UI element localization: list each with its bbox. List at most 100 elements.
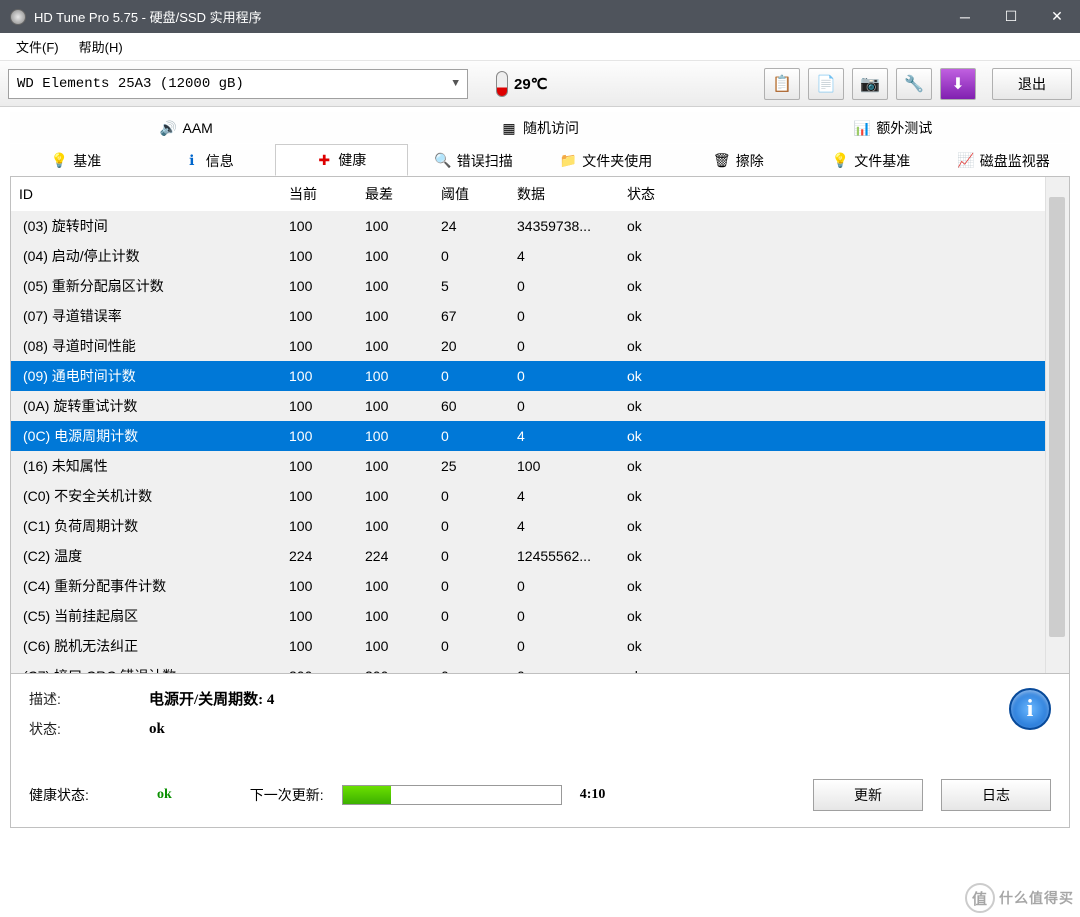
table-row[interactable]: (0A) 旋转重试计数100100600ok (11, 391, 1045, 421)
options-button[interactable]: 🔧 (896, 68, 932, 100)
cell-thr: 25 (433, 451, 509, 481)
col-id[interactable]: ID (11, 177, 281, 211)
chart-icon: 📊 (854, 120, 870, 136)
table-row[interactable]: (0C) 电源周期计数10010004ok (11, 421, 1045, 451)
status-value: ok (149, 721, 165, 738)
scroll-thumb[interactable] (1049, 197, 1065, 637)
scrollbar[interactable] (1045, 177, 1069, 673)
cell-data: 4 (509, 481, 619, 511)
cell-st: ok (619, 271, 1045, 301)
cell-st: ok (619, 241, 1045, 271)
cell-thr: 0 (433, 541, 509, 571)
cell-cur: 100 (281, 511, 357, 541)
tab-benchmark[interactable]: 💡基准 (10, 144, 143, 176)
toolbar: WD Elements 25A3 (12000 gB) ▼ 29℃ 📋 📄 📷 … (0, 61, 1080, 107)
table-row[interactable]: (C7) 接口 CRC 错误计数20020000ok (11, 661, 1045, 673)
table-row[interactable]: (C6) 脱机无法纠正10010000ok (11, 631, 1045, 661)
table-row[interactable]: (C0) 不安全关机计数10010004ok (11, 481, 1045, 511)
tab-error[interactable]: 🔍错误扫描 (408, 144, 541, 176)
col-current[interactable]: 当前 (281, 177, 357, 211)
cell-worst: 100 (357, 211, 433, 241)
copy-info-button[interactable]: 📄 (808, 68, 844, 100)
cell-id: (08) 寻道时间性能 (11, 331, 281, 361)
tab-extra[interactable]: 📊额外测试 (717, 112, 1070, 143)
cell-id: (C5) 当前挂起扇区 (11, 601, 281, 631)
table-row[interactable]: (05) 重新分配扇区计数10010050ok (11, 271, 1045, 301)
cell-st: ok (619, 361, 1045, 391)
maximize-button[interactable]: ☐ (988, 0, 1034, 33)
cell-cur: 100 (281, 421, 357, 451)
cell-worst: 224 (357, 541, 433, 571)
cell-worst: 100 (357, 241, 433, 271)
cell-thr: 67 (433, 301, 509, 331)
cell-thr: 24 (433, 211, 509, 241)
watermark: 值什么值得买 (965, 883, 1074, 913)
cell-cur: 100 (281, 571, 357, 601)
col-data[interactable]: 数据 (509, 177, 619, 211)
table-row[interactable]: (04) 启动/停止计数10010004ok (11, 241, 1045, 271)
cell-thr: 20 (433, 331, 509, 361)
col-worst[interactable]: 最差 (357, 177, 433, 211)
tab-folder[interactable]: 📁文件夹使用 (540, 144, 673, 176)
tab-monitor[interactable]: 📈磁盘监视器 (938, 144, 1071, 176)
cell-id: (16) 未知属性 (11, 451, 281, 481)
tab-health[interactable]: ✚健康 (275, 144, 408, 176)
table-row[interactable]: (C5) 当前挂起扇区10010000ok (11, 601, 1045, 631)
cell-worst: 100 (357, 421, 433, 451)
cell-st: ok (619, 421, 1045, 451)
save-button[interactable]: ⬇ (940, 68, 976, 100)
table-row[interactable]: (16) 未知属性10010025100ok (11, 451, 1045, 481)
bulb-icon: 💡 (51, 153, 67, 169)
tab-aam[interactable]: 🔊AAM (10, 112, 363, 143)
exit-button[interactable]: 退出 (992, 68, 1072, 100)
cell-id: (C2) 温度 (11, 541, 281, 571)
cell-st: ok (619, 571, 1045, 601)
cell-id: (C6) 脱机无法纠正 (11, 631, 281, 661)
tab-info[interactable]: ℹ信息 (143, 144, 276, 176)
table-row[interactable]: (C2) 温度224224012455562...ok (11, 541, 1045, 571)
cell-st: ok (619, 391, 1045, 421)
cell-data: 12455562... (509, 541, 619, 571)
cell-thr: 0 (433, 481, 509, 511)
cell-thr: 0 (433, 421, 509, 451)
table-row[interactable]: (C1) 负荷周期计数10010004ok (11, 511, 1045, 541)
random-icon: ▦ (501, 120, 517, 136)
cell-data: 34359738... (509, 211, 619, 241)
copy-text-button[interactable]: 📋 (764, 68, 800, 100)
cell-id: (C7) 接口 CRC 错误计数 (11, 661, 281, 673)
table-row[interactable]: (08) 寻道时间性能100100200ok (11, 331, 1045, 361)
cell-data: 0 (509, 631, 619, 661)
table-row[interactable]: (09) 通电时间计数10010000ok (11, 361, 1045, 391)
cell-id: (C1) 负荷周期计数 (11, 511, 281, 541)
update-button[interactable]: 更新 (813, 779, 923, 811)
window-title: HD Tune Pro 5.75 - 硬盘/SSD 实用程序 (34, 7, 942, 26)
drive-select[interactable]: WD Elements 25A3 (12000 gB) ▼ (8, 69, 468, 99)
cell-worst: 100 (357, 601, 433, 631)
cell-st: ok (619, 511, 1045, 541)
log-button[interactable]: 日志 (941, 779, 1051, 811)
cell-worst: 200 (357, 661, 433, 673)
cell-cur: 100 (281, 451, 357, 481)
menu-help[interactable]: 帮助(H) (69, 33, 133, 60)
menu-file[interactable]: 文件(F) (6, 33, 69, 60)
cell-st: ok (619, 301, 1045, 331)
table-row[interactable]: (03) 旋转时间1001002434359738...ok (11, 211, 1045, 241)
minimize-button[interactable]: ─ (942, 0, 988, 33)
cell-data: 0 (509, 331, 619, 361)
tab-random[interactable]: ▦随机访问 (363, 112, 716, 143)
table-row[interactable]: (C4) 重新分配事件计数10010000ok (11, 571, 1045, 601)
col-threshold[interactable]: 阈值 (433, 177, 509, 211)
tab-filebench[interactable]: 💡文件基准 (805, 144, 938, 176)
cell-thr: 60 (433, 391, 509, 421)
info-icon: ℹ (184, 153, 200, 169)
health-table[interactable]: ID 当前 最差 阈值 数据 状态 (03) 旋转时间1001002434359… (11, 177, 1045, 673)
cell-cur: 100 (281, 211, 357, 241)
health-value: ok (157, 787, 172, 803)
tab-erase[interactable]: 🗑擦除 (673, 144, 806, 176)
cell-st: ok (619, 631, 1045, 661)
table-row[interactable]: (07) 寻道错误率100100670ok (11, 301, 1045, 331)
col-status[interactable]: 状态 (619, 177, 1045, 211)
close-button[interactable]: ✕ (1034, 0, 1080, 33)
screenshot-button[interactable]: 📷 (852, 68, 888, 100)
cell-st: ok (619, 211, 1045, 241)
